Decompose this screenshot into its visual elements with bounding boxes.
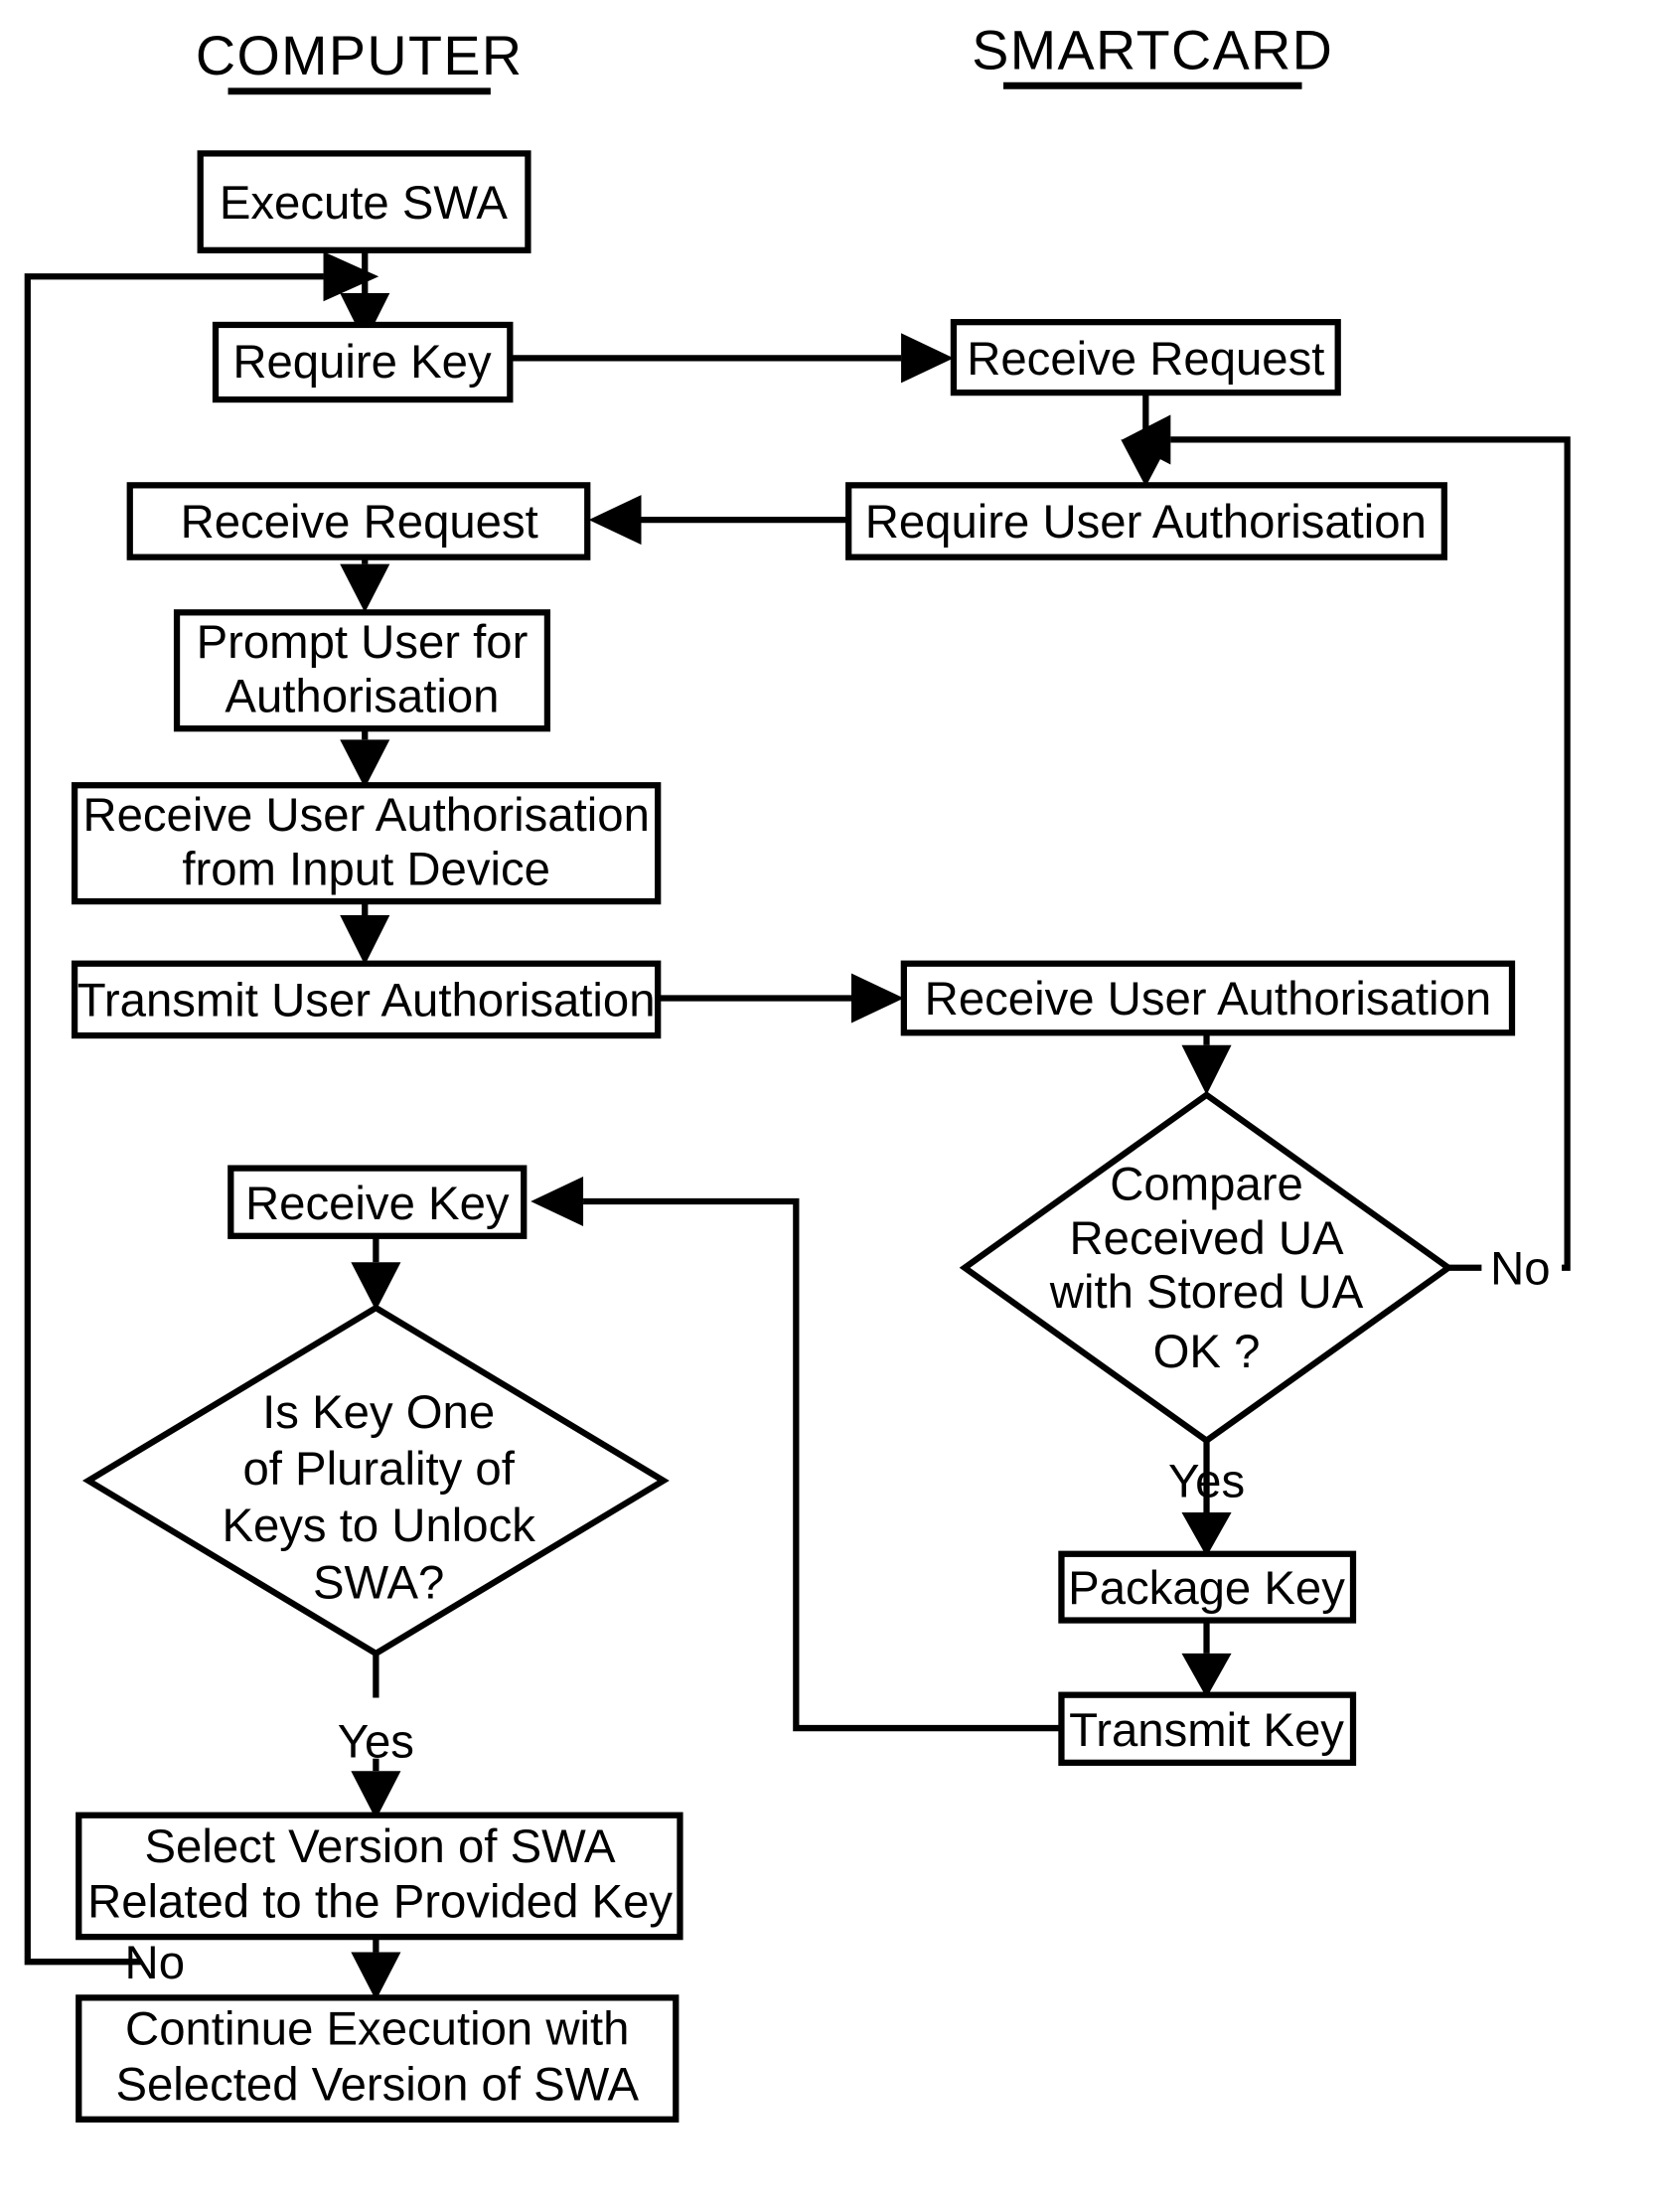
edge-label-yes-left: Yes xyxy=(338,1715,414,1768)
flowchart-svg: COMPUTER SMARTCARD No No Yes Yes Execute… xyxy=(24,20,1571,2123)
node-is-key-one-line-0: Is Key One xyxy=(262,1386,495,1439)
node-compare-ua-line-1: Received UA xyxy=(1070,1212,1344,1265)
node-compare-ua-line-2: with Stored UA xyxy=(1049,1266,1364,1319)
node-receive-ua-right-line-0: Receive User Authorisation xyxy=(925,973,1491,1026)
node-receive-user-authorisation-smartcard[interactable]: Receive User Authorisation xyxy=(900,960,1516,1036)
edge-label-no-left: No xyxy=(125,1937,185,1989)
node-prompt-user-line-0: Prompt User for xyxy=(197,616,529,669)
arrowhead-transmit-ua-to-receive-ua-right xyxy=(850,973,904,1024)
node-continue-execution-line-0: Continue Execution with xyxy=(125,2003,629,2056)
node-receive-request-right-line-0: Receive Request xyxy=(967,333,1324,386)
node-transmit-user-authorisation[interactable]: Transmit User Authorisation xyxy=(71,960,662,1039)
node-compare-ua-line-3: OK ? xyxy=(1153,1326,1261,1378)
edge-prompt-to-receive-ua-input xyxy=(340,725,390,789)
node-receive-key[interactable]: Receive Key xyxy=(227,1165,528,1239)
edge-label-yes-right: Yes xyxy=(1168,1456,1245,1508)
arrowhead-select-to-continue xyxy=(351,1952,401,2001)
node-require-user-authorisation[interactable]: Require User Authorisation xyxy=(845,482,1447,560)
edge-label-no-right: No xyxy=(1490,1242,1550,1295)
node-is-key-one-decision[interactable]: Is Key One of Plurality of Keys to Unloc… xyxy=(81,1304,670,1658)
edge-require-ua-to-receive-request-left xyxy=(588,495,849,546)
edge-package-to-transmit-key xyxy=(1181,1619,1232,1698)
edge-receive-key-to-is-key-one xyxy=(351,1235,401,1311)
edge-select-to-continue xyxy=(351,1935,401,2001)
arrowhead-receive-request-to-prompt xyxy=(340,563,390,613)
node-prompt-user-for-authorisation[interactable]: Prompt User for Authorisation xyxy=(173,609,551,732)
node-package-key[interactable]: Package Key xyxy=(1058,1550,1357,1624)
arrowhead-receive-key-to-diamond xyxy=(351,1262,401,1311)
arrowhead-yes-right-to-package-key xyxy=(1181,1512,1232,1557)
arrowhead-require-to-receive-request xyxy=(901,333,954,384)
node-select-version-line-0: Select Version of SWA xyxy=(145,1820,617,1873)
lane-title-computer: COMPUTER xyxy=(196,25,524,86)
node-execute-swa[interactable]: Execute SWA xyxy=(197,150,531,253)
edge-require-key-to-receive-request xyxy=(510,333,954,384)
flowchart-page: COMPUTER SMARTCARD No No Yes Yes Execute… xyxy=(0,0,1664,2212)
node-select-version-line-1: Related to the Provided Key xyxy=(87,1876,673,1929)
node-require-key[interactable]: Require Key xyxy=(212,321,514,403)
node-require-key-line-0: Require Key xyxy=(232,336,492,389)
node-transmit-key-line-0: Transmit Key xyxy=(1069,1704,1344,1757)
edge-receive-request-to-prompt xyxy=(340,555,390,613)
arrowhead-prompt-to-receive-ua-input xyxy=(340,739,390,789)
node-compare-ua-line-0: Compare xyxy=(1110,1159,1303,1211)
arrowhead-require-ua-to-receive-request-left xyxy=(588,495,642,546)
node-execute-swa-line-0: Execute SWA xyxy=(220,177,508,230)
node-compare-ua-decision[interactable]: Compare Received UA with Stored UA OK ? xyxy=(959,1091,1454,1445)
lane-title-smartcard: SMARTCARD xyxy=(972,20,1333,81)
node-continue-execution[interactable]: Continue Execution with Selected Version… xyxy=(76,1994,680,2123)
node-receive-ua-input-line-1: from Input Device xyxy=(182,843,550,895)
node-receive-request-smartcard[interactable]: Receive Request xyxy=(950,319,1341,396)
node-is-key-one-line-2: Keys to Unlock xyxy=(222,1500,535,1552)
node-is-key-one-line-3: SWA? xyxy=(313,1556,444,1609)
node-receive-request-computer[interactable]: Receive Request xyxy=(126,482,591,560)
node-package-key-line-0: Package Key xyxy=(1068,1562,1345,1615)
arrowhead-receive-ua-input-to-transmit xyxy=(340,915,390,966)
node-receive-ua-input-line-0: Receive User Authorisation xyxy=(82,789,649,842)
node-prompt-user-line-1: Authorisation xyxy=(225,670,499,722)
node-transmit-key[interactable]: Transmit Key xyxy=(1058,1691,1357,1766)
edge-receive-ua-right-to-compare xyxy=(1181,1030,1232,1095)
node-is-key-one-line-1: of Plurality of xyxy=(242,1443,515,1496)
arrowhead-package-to-transmit xyxy=(1181,1653,1232,1698)
node-receive-ua-from-input-device[interactable]: Receive User Authorisation from Input De… xyxy=(71,782,662,905)
edge-transmit-ua-to-receive-ua-right xyxy=(658,973,904,1024)
node-select-version-of-swa[interactable]: Select Version of SWA Related to the Pro… xyxy=(76,1812,683,1941)
arrowhead-receive-ua-to-compare xyxy=(1181,1044,1232,1095)
edge-receive-ua-input-to-transmit-ua xyxy=(340,898,390,966)
node-receive-request-left-line-0: Receive Request xyxy=(181,496,538,549)
arrowhead-transmit-key-to-receive-key xyxy=(530,1176,584,1227)
node-transmit-ua-line-0: Transmit User Authorisation xyxy=(77,975,656,1027)
node-require-user-auth-line-0: Require User Authorisation xyxy=(865,496,1427,549)
node-continue-execution-line-1: Selected Version of SWA xyxy=(115,2058,639,2111)
node-receive-key-line-0: Receive Key xyxy=(245,1178,510,1230)
